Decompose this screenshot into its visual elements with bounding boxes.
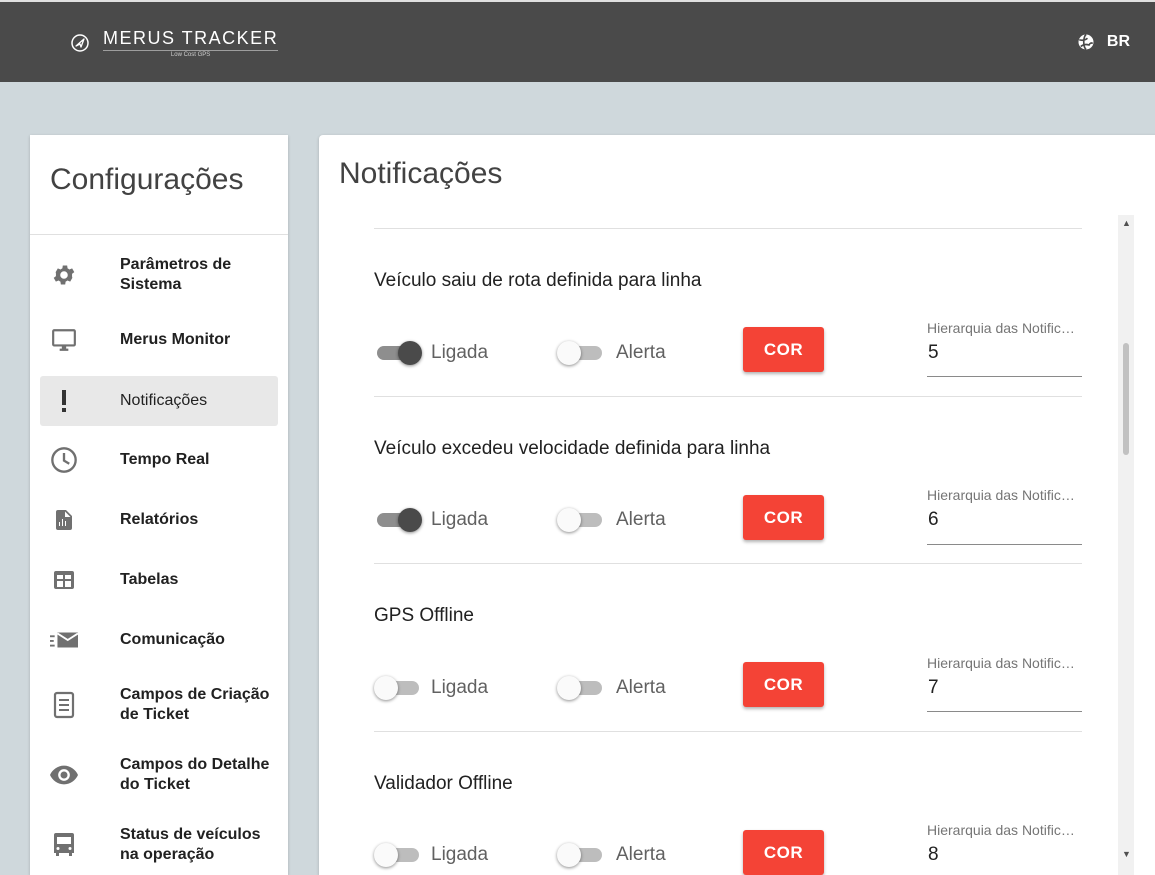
color-button[interactable]: COR xyxy=(743,327,824,372)
navigation-icon xyxy=(71,34,89,52)
language-code: BR xyxy=(1106,33,1130,50)
hierarchy-label: Hierarquia das Notificações xyxy=(927,822,1082,838)
sidebar-item-label: Notificações xyxy=(120,392,208,409)
sidebar-item-label: Comunicação xyxy=(120,631,225,648)
sidebar-item-label: Merus Monitor xyxy=(120,331,231,348)
alert-label: Alerta xyxy=(616,509,666,530)
sidebar-item-tables[interactable]: Tabelas xyxy=(40,555,278,605)
divider xyxy=(374,731,1082,732)
hierarchy-label: Hierarquia das Notificações xyxy=(927,487,1082,503)
hierarchy-label: Hierarquia das Notificações xyxy=(927,320,1082,336)
notifications-panel: Notificações Veículo saiu de rota defini… xyxy=(319,135,1155,875)
alert-label: Alerta xyxy=(616,342,666,363)
alert-toggle[interactable] xyxy=(557,340,605,365)
sidebar-item-label: Tabelas xyxy=(120,571,179,588)
notification-title: Veículo excedeu velocidade definida para… xyxy=(374,438,771,459)
sidebar-title: Configurações xyxy=(30,135,288,235)
sidebar-item-ticket-detail-fields[interactable]: Campos do Detalhe do Ticket xyxy=(40,750,278,800)
gear-icon xyxy=(50,261,78,289)
settings-sidebar: Configurações Parâmetros de Sistema Meru… xyxy=(30,135,288,875)
page-title: Notificações xyxy=(339,157,503,190)
table-icon xyxy=(50,566,78,594)
enabled-label: Ligada xyxy=(431,844,489,865)
globe-icon xyxy=(1078,33,1094,51)
enabled-label: Ligada xyxy=(431,342,489,363)
hierarchy-input[interactable]: 5 xyxy=(928,342,939,364)
brand-title: MERUS TRACKER xyxy=(103,28,279,48)
sidebar-item-label: Relatórios xyxy=(120,511,199,528)
scroll-down-arrow-icon[interactable]: ▼ xyxy=(1122,849,1131,859)
sidebar-item-label: Parâmetros de Sistema xyxy=(120,256,232,293)
sidebar-item-reports[interactable]: Relatórios xyxy=(40,495,278,545)
divider xyxy=(374,396,1082,397)
sidebar-item-notifications[interactable]: Notificações xyxy=(40,376,278,426)
bus-icon xyxy=(50,831,78,859)
enabled-label: Ligada xyxy=(431,677,489,698)
sidebar-item-label: Tempo Real xyxy=(120,451,210,468)
notification-title: Veículo saiu de rota definida para linha xyxy=(374,270,702,291)
enabled-label: Ligada xyxy=(431,509,489,530)
color-button[interactable]: COR xyxy=(743,495,824,540)
sidebar-item-label: Campos de Criação de Ticket xyxy=(120,686,270,723)
eye-icon xyxy=(50,761,78,789)
sidebar-item-ticket-creation-fields[interactable]: Campos de Criação de Ticket xyxy=(40,680,278,730)
hierarchy-input[interactable]: 8 xyxy=(928,844,939,866)
sidebar-item-real-time[interactable]: Tempo Real xyxy=(40,435,278,485)
divider xyxy=(374,563,1082,564)
email-fast-icon xyxy=(50,626,78,654)
enabled-toggle[interactable] xyxy=(374,842,422,867)
sidebar-item-vehicle-status[interactable]: Status de veículos na operação xyxy=(40,820,278,870)
scrollbar-thumb[interactable] xyxy=(1123,343,1129,455)
alert-label: Alerta xyxy=(616,677,666,698)
scrollbar[interactable]: ▲ ▼ xyxy=(1118,215,1134,875)
sidebar-item-label: Campos do Detalhe do Ticket xyxy=(120,756,270,793)
notification-title: GPS Offline xyxy=(374,605,474,626)
clock-icon xyxy=(50,446,78,474)
language-selector[interactable]: BR xyxy=(1077,33,1130,51)
alert-toggle[interactable] xyxy=(557,675,605,700)
hierarchy-input[interactable]: 6 xyxy=(928,509,939,531)
sidebar-item-label: Status de veículos na operação xyxy=(120,826,261,863)
hierarchy-underline xyxy=(927,711,1082,712)
enabled-toggle[interactable] xyxy=(374,675,422,700)
alert-toggle[interactable] xyxy=(557,507,605,532)
alert-label: Alerta xyxy=(616,844,666,865)
hierarchy-label: Hierarquia das Notificações xyxy=(927,655,1082,671)
hierarchy-input[interactable]: 7 xyxy=(928,677,939,699)
divider xyxy=(374,228,1082,229)
report-icon xyxy=(50,506,78,534)
scroll-up-arrow-icon[interactable]: ▲ xyxy=(1122,218,1131,228)
hierarchy-underline xyxy=(927,544,1082,545)
monitor-icon xyxy=(50,326,78,354)
color-button[interactable]: COR xyxy=(743,662,824,707)
sidebar-item-merus-monitor[interactable]: Merus Monitor xyxy=(40,315,278,365)
notification-title: Validador Offline xyxy=(374,773,513,794)
top-app-bar: MERUS TRACKER Low Cost GPS BR xyxy=(0,0,1155,82)
sidebar-item-system-parameters[interactable]: Parâmetros de Sistema xyxy=(40,250,278,300)
brand-subtitle: Low Cost GPS xyxy=(103,50,279,59)
enabled-toggle[interactable] xyxy=(374,340,422,365)
brand-logo[interactable]: MERUS TRACKER Low Cost GPS xyxy=(70,28,279,59)
exclamation-icon xyxy=(50,387,78,415)
hierarchy-underline xyxy=(927,376,1082,377)
sidebar-item-communication[interactable]: Comunicação xyxy=(40,615,278,665)
enabled-toggle[interactable] xyxy=(374,507,422,532)
top-edge xyxy=(0,0,1155,2)
alert-toggle[interactable] xyxy=(557,842,605,867)
color-button[interactable]: COR xyxy=(743,830,824,875)
form-icon xyxy=(50,691,78,719)
